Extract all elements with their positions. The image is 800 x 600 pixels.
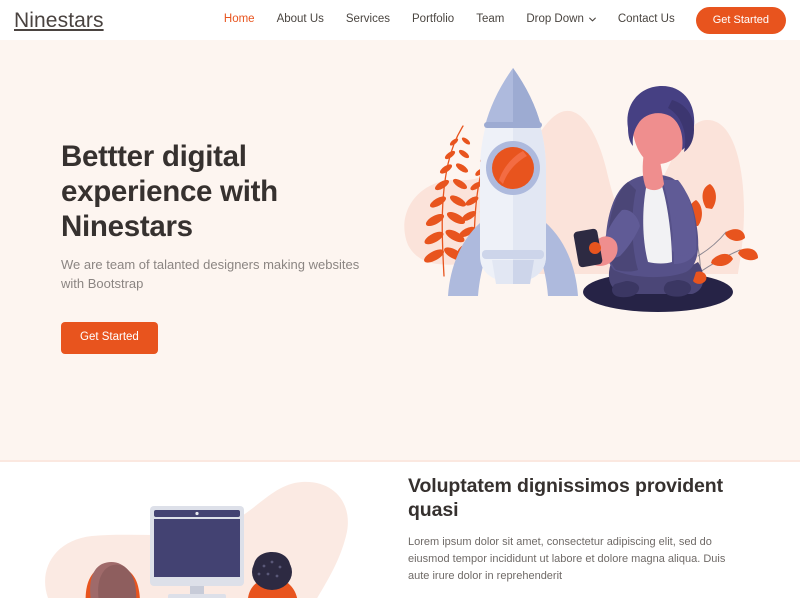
nav-item-about-us[interactable]: About Us [266, 14, 335, 26]
header-get-started-button[interactable]: Get Started [695, 6, 786, 34]
main-navigation: Home About Us Services Portfolio Team Dr… [213, 6, 786, 34]
nav-item-portfolio[interactable]: Portfolio [401, 14, 465, 26]
section-two-illustration [40, 466, 385, 598]
section-two-text-block: Voluptatem dignissimos provident quasi L… [408, 474, 748, 585]
hero-text-block: Bettter digital experience with Ninestar… [61, 140, 391, 354]
nav-item-drop-down[interactable]: Drop Down [515, 14, 607, 26]
hero-illustration [400, 60, 770, 320]
nav-item-contact-us[interactable]: Contact Us [607, 14, 686, 26]
hero-title: Bettter digital experience with Ninestar… [61, 140, 278, 243]
content-section-two: Voluptatem dignissimos provident quasi L… [0, 462, 800, 598]
site-header: Ninestars Home About Us Services Portfol… [0, 0, 800, 40]
hero-get-started-button[interactable]: Get Started [61, 322, 158, 354]
hero-section: Bettter digital experience with Ninestar… [0, 40, 800, 462]
nav-item-team[interactable]: Team [465, 14, 515, 26]
section-two-title: Voluptatem dignissimos provident quasi [408, 475, 723, 522]
section-two-paragraph: Lorem ipsum dolor sit amet, consectetur … [408, 535, 726, 582]
brand-logo[interactable]: Ninestars [14, 10, 104, 31]
chevron-down-icon [588, 16, 596, 23]
nav-item-services[interactable]: Services [335, 14, 401, 26]
hero-subtitle: We are team of talanted designers making… [61, 257, 360, 292]
nav-item-home[interactable]: Home [213, 14, 266, 26]
nav-item-drop-down-label: Drop Down [526, 13, 584, 26]
